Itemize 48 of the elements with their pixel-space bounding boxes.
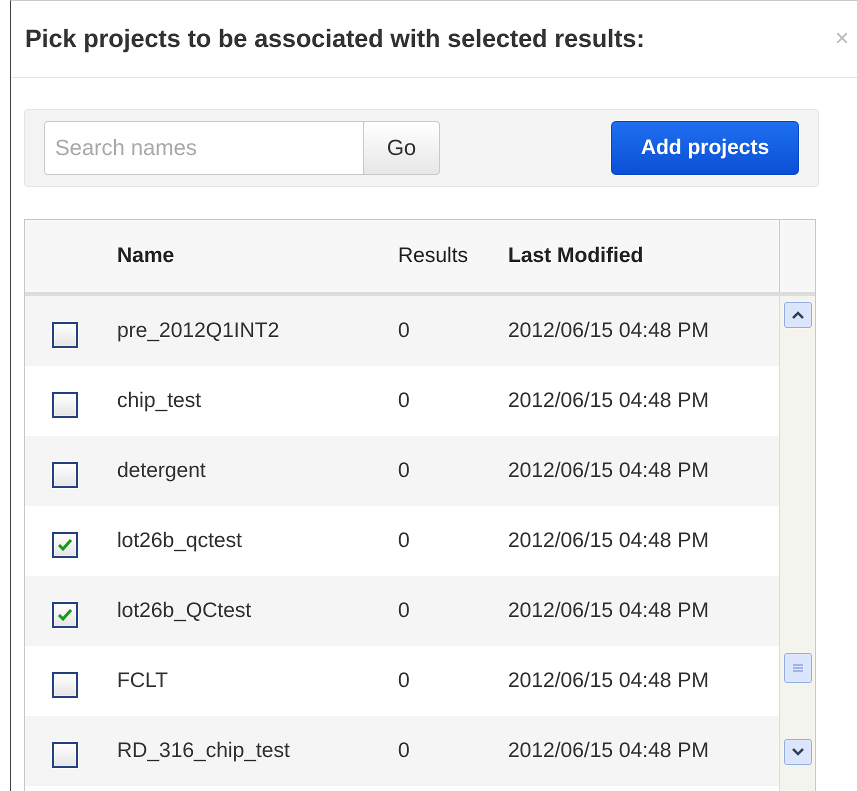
modified-cell-text: 2012/06/15 04:48 PM (508, 319, 710, 343)
checkbox[interactable] (52, 392, 78, 418)
results-cell-text: 0 (398, 669, 411, 693)
results-cell-text: 0 (398, 739, 411, 763)
caret-up-icon (790, 310, 804, 320)
check-icon (57, 538, 73, 552)
results-cell-text: 0 (398, 319, 411, 343)
scroll-thumb[interactable] (784, 653, 812, 683)
name-cell-text: pre_2012Q1INT2 (117, 319, 280, 343)
checkbox[interactable] (52, 322, 78, 348)
table-row[interactable]: lot26b_QCtest 0 2012/06/15 04:48 PM (25, 576, 779, 646)
column-header[interactable]: Name (117, 244, 398, 268)
modified-cell-text: 2012/06/15 04:48 PM (508, 459, 710, 483)
column-header[interactable]: Results (398, 244, 508, 268)
results-cell-text: 0 (398, 459, 411, 483)
table-row[interactable]: detergent 0 2012/06/15 04:48 PM (25, 436, 779, 506)
modified-cell-text: 2012/06/15 04:48 PM (508, 389, 710, 413)
check-icon (57, 608, 73, 622)
name-cell-text: chip_test (117, 389, 202, 413)
caret-down-icon (790, 747, 804, 757)
results-cell-text: 0 (398, 389, 411, 413)
scrollbar[interactable] (779, 296, 815, 791)
go-button[interactable]: Go (364, 121, 440, 175)
name-cell-text: RD_316_chip_test (117, 739, 291, 763)
name-cell-text: lot26b_QCtest (117, 599, 252, 623)
name-cell-text: detergent (117, 459, 207, 483)
name-cell-text: FCLT (117, 669, 169, 693)
dialog-title: Pick projects to be associated with selected results: (25, 24, 645, 54)
checkbox[interactable] (52, 672, 78, 698)
table-row[interactable]: RD_316_chip_test 0 2012/06/15 04:48 PM (25, 716, 779, 786)
scroll-down-button[interactable] (784, 739, 812, 765)
modified-cell-text: 2012/06/15 04:48 PM (508, 739, 710, 763)
table-row[interactable]: pre_2012Q1INT2 0 2012/06/15 04:48 PM (25, 296, 779, 366)
results-cell-text: 0 (398, 599, 411, 623)
modified-cell-text: 2012/06/15 04:48 PM (508, 669, 710, 693)
checkbox[interactable] (52, 742, 78, 768)
name-cell-text: lot26b_qctest (117, 529, 243, 553)
column-header[interactable]: Last Modified (508, 244, 779, 268)
modified-cell-text: 2012/06/15 04:48 PM (508, 529, 710, 553)
checkbox[interactable] (52, 602, 78, 628)
add-projects-button[interactable]: Add projects (611, 121, 799, 175)
results-cell-text: 0 (398, 529, 411, 553)
grip-icon (792, 662, 804, 674)
scroll-up-button[interactable] (784, 302, 812, 328)
checkbox[interactable] (52, 462, 78, 488)
checkbox[interactable] (52, 532, 78, 558)
modified-cell-text: 2012/06/15 04:48 PM (508, 599, 710, 623)
search-field[interactable]: Search names (44, 121, 364, 175)
